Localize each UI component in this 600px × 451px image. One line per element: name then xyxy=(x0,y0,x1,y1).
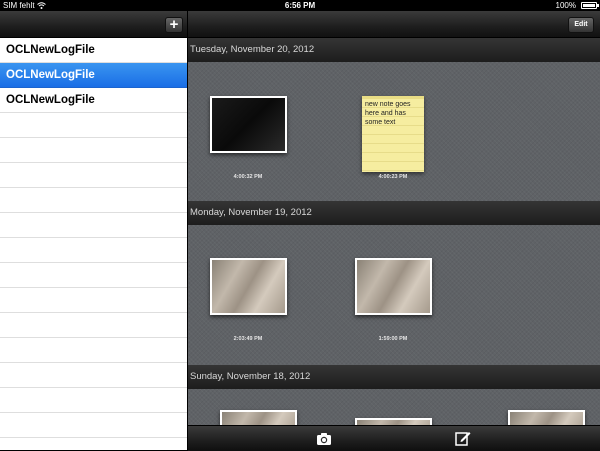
note-text: new note goes here and has some text xyxy=(365,101,411,126)
photo-thumbnail[interactable] xyxy=(355,258,432,315)
empty-row xyxy=(0,338,187,363)
camera-icon[interactable] xyxy=(316,431,332,446)
empty-row xyxy=(0,288,187,313)
empty-row xyxy=(0,113,187,138)
entry-timestamp: 2:03:49 PM xyxy=(233,336,263,342)
log-detail-pane: Edit Tuesday, November 20, 2012 4:00:32 … xyxy=(188,11,600,450)
empty-row xyxy=(0,213,187,238)
entry-timestamp: 4:00:23 PM xyxy=(378,174,408,180)
empty-row xyxy=(0,313,187,338)
empty-row xyxy=(0,363,187,388)
compose-icon[interactable] xyxy=(455,430,471,446)
list-item[interactable]: OCLNewLogFile xyxy=(0,88,187,113)
log-file-sidebar: + OCLNewLogFile OCLNewLogFile OCLNewLogF… xyxy=(0,11,187,450)
log-file-list: OCLNewLogFile OCLNewLogFile OCLNewLogFil… xyxy=(0,38,187,438)
edit-button[interactable]: Edit xyxy=(568,17,594,33)
bottom-toolbar xyxy=(188,425,600,451)
status-time: 6:56 PM xyxy=(284,1,316,10)
add-log-file-button[interactable]: + xyxy=(165,17,183,33)
list-item[interactable]: OCLNewLogFile xyxy=(0,38,187,63)
empty-row xyxy=(0,413,187,438)
empty-row xyxy=(0,188,187,213)
sidebar-toolbar: + xyxy=(0,11,187,38)
photo-thumbnail[interactable] xyxy=(210,96,287,153)
empty-row xyxy=(0,138,187,163)
section-header: Monday, November 19, 2012 xyxy=(188,201,600,225)
list-item-selected[interactable]: OCLNewLogFile xyxy=(0,63,187,88)
detail-toolbar: Edit xyxy=(188,11,600,38)
empty-row xyxy=(0,163,187,188)
note-thumbnail[interactable]: new note goes here and has some text xyxy=(362,96,424,172)
entry-timestamp: 4:00:32 PM xyxy=(233,174,263,180)
empty-row xyxy=(0,388,187,413)
battery-icon xyxy=(581,2,599,9)
entry-timestamp: 1:59:00 PM xyxy=(378,336,408,342)
empty-row xyxy=(0,263,187,288)
empty-row xyxy=(0,238,187,263)
photo-thumbnail[interactable] xyxy=(210,258,287,315)
section-header: Tuesday, November 20, 2012 xyxy=(188,38,600,62)
battery-percent: 100% xyxy=(555,1,576,10)
section-header: Sunday, November 18, 2012 xyxy=(188,365,600,389)
status-bar: SIM fehlt 6:56 PM 100% xyxy=(0,0,600,11)
